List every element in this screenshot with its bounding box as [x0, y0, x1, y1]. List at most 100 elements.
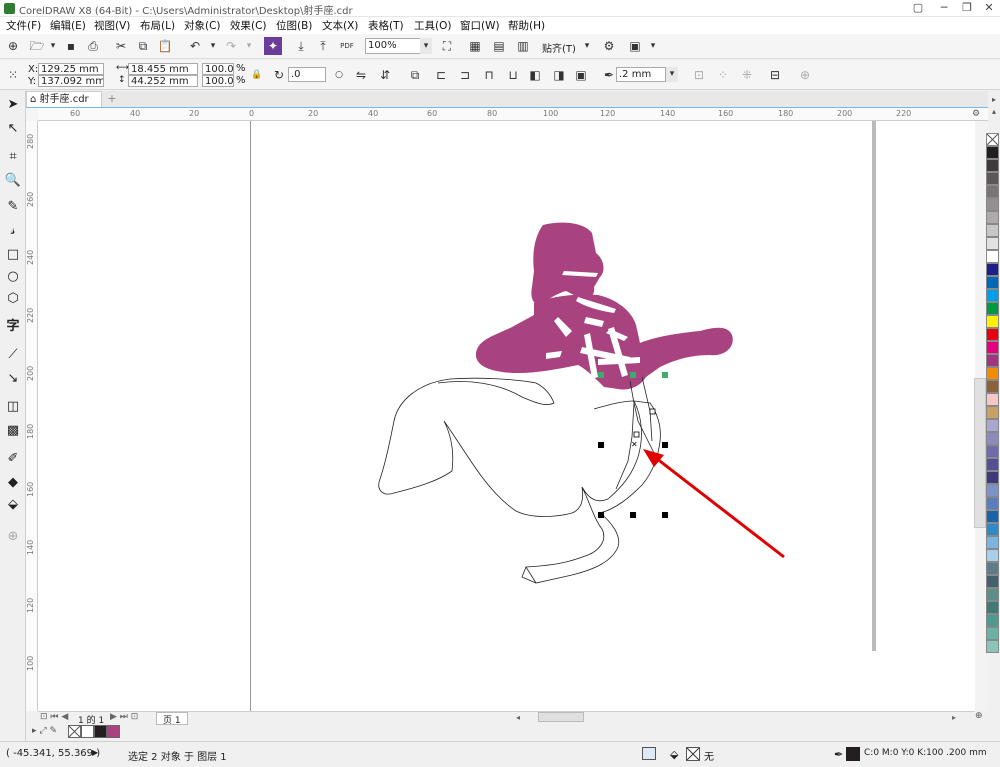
sagittarius-artwork[interactable]: ✕: [38, 121, 975, 711]
combine-icon[interactable]: ⧉: [406, 66, 424, 84]
palette-swatch[interactable]: [986, 406, 999, 419]
palette-swatch[interactable]: [986, 627, 999, 640]
front-minus-back-icon[interactable]: ◧: [526, 66, 544, 84]
width-field[interactable]: 18.455 mm: [128, 63, 198, 75]
connector-tool-icon[interactable]: ↘: [3, 369, 23, 389]
scroll-left-icon[interactable]: ◂: [516, 713, 520, 722]
drawing-canvas[interactable]: ✕: [38, 121, 975, 711]
add-tab-icon[interactable]: +: [106, 93, 118, 105]
scroll-right-icon[interactable]: ▸: [952, 713, 956, 722]
palette-swatch[interactable]: [986, 172, 999, 185]
show-rulers-icon[interactable]: ▦: [466, 37, 484, 55]
new-document-icon[interactable]: ⊕: [4, 37, 22, 55]
shape-tool-icon[interactable]: ↖: [3, 119, 23, 139]
redo-icon[interactable]: ↷: [222, 37, 240, 55]
doc-no-color-swatch[interactable]: [68, 725, 81, 738]
undo-icon[interactable]: ↶: [186, 37, 204, 55]
snap-to-menu[interactable]: 贴齐(T): [542, 40, 576, 55]
selection-handle[interactable]: [598, 512, 604, 518]
palette-swatch[interactable]: [986, 419, 999, 432]
convert-to-curves-icon[interactable]: ⁜: [738, 66, 756, 84]
options-gear-icon[interactable]: ⚙: [600, 37, 618, 55]
palette-swatch[interactable]: [986, 250, 999, 263]
vertical-scroll-thumb[interactable]: [974, 378, 986, 528]
cut-icon[interactable]: ✂: [112, 37, 130, 55]
snap-dropdown-icon[interactable]: ▾: [578, 37, 596, 55]
outline-width-field[interactable]: .2 mm: [616, 67, 666, 82]
menu-view[interactable]: 视图(V): [94, 18, 130, 33]
trim-icon[interactable]: ⊐: [456, 66, 474, 84]
minimize-button[interactable]: ─: [932, 0, 956, 16]
horse-body-outline[interactable]: [378, 376, 661, 584]
pick-tool-icon[interactable]: ➤: [3, 95, 23, 115]
document-tab[interactable]: ⌂ 射手座.cdr: [26, 91, 102, 107]
page-nav-buttons[interactable]: ⊡ ⏮ ◀: [40, 712, 68, 722]
rectangle-tool-icon[interactable]: □: [3, 245, 23, 265]
outline-width-dropdown-icon[interactable]: ▾: [666, 67, 678, 82]
break-apart-icon[interactable]: ⁘: [714, 66, 732, 84]
green-node[interactable]: [598, 372, 604, 378]
mirror-vertical-icon[interactable]: ⇵: [376, 66, 394, 84]
palette-swatch[interactable]: [986, 354, 999, 367]
menu-edit[interactable]: 编辑(E): [50, 18, 86, 33]
ellipse-tool-icon[interactable]: ○: [3, 267, 23, 287]
color-proof-icon[interactable]: [642, 747, 656, 760]
ruler-origin[interactable]: [26, 107, 38, 121]
quick-customize-icon[interactable]: ⊕: [796, 66, 814, 84]
palette-swatch[interactable]: [986, 302, 999, 315]
palette-swatch[interactable]: [986, 380, 999, 393]
horizontal-ruler[interactable]: 60 40 20 0 20 40 60 80 100 120 140 160 1…: [38, 107, 988, 121]
align-distribute-icon[interactable]: ⊟: [766, 66, 784, 84]
menu-window[interactable]: 窗口(W): [460, 18, 500, 33]
horizontal-scroll-thumb[interactable]: [538, 712, 584, 722]
text-wrap-icon[interactable]: ⊡: [690, 66, 708, 84]
selection-handle[interactable]: [598, 442, 604, 448]
palette-swatch[interactable]: [986, 328, 999, 341]
paste-icon[interactable]: 📋: [156, 37, 174, 55]
menu-file[interactable]: 文件(F): [6, 18, 41, 33]
copy-icon[interactable]: ⧉: [134, 37, 152, 55]
palette-swatch[interactable]: [986, 237, 999, 250]
selection-handle[interactable]: [630, 512, 636, 518]
status-arrow-icon[interactable]: ▶: [92, 748, 98, 757]
palette-swatch[interactable]: [986, 588, 999, 601]
zoom-one-icon[interactable]: ⊕: [975, 711, 988, 725]
palette-swatch[interactable]: [986, 146, 999, 159]
green-node[interactable]: [630, 372, 636, 378]
palette-swatch[interactable]: [986, 497, 999, 510]
palette-swatch[interactable]: [986, 471, 999, 484]
palette-swatch[interactable]: [986, 159, 999, 172]
show-grid-icon[interactable]: ▤: [490, 37, 508, 55]
palette-swatch[interactable]: [986, 198, 999, 211]
show-guidelines-icon[interactable]: ▥: [514, 37, 532, 55]
selection-handle[interactable]: [662, 512, 668, 518]
freehand-tool-icon[interactable]: ✎: [3, 197, 23, 217]
scale-y-field[interactable]: 100.0: [202, 75, 234, 87]
palette-swatch[interactable]: [986, 367, 999, 380]
weld-icon[interactable]: ⊏: [432, 66, 450, 84]
node-handle[interactable]: [633, 431, 640, 438]
smart-fill-icon[interactable]: ⬙: [3, 495, 23, 515]
publish-pdf-icon[interactable]: PDF: [338, 37, 356, 55]
back-minus-front-icon[interactable]: ◨: [550, 66, 568, 84]
zoom-dropdown-icon[interactable]: ▾: [420, 38, 432, 54]
palette-swatch[interactable]: [986, 614, 999, 627]
export-icon[interactable]: ⤒: [314, 37, 332, 55]
rotation-angle-field[interactable]: .0: [288, 67, 326, 82]
close-button[interactable]: ✕: [977, 0, 1000, 16]
parallel-dimension-icon[interactable]: ⟋: [3, 345, 23, 365]
simplify-icon[interactable]: ⊔: [504, 66, 522, 84]
palette-swatch[interactable]: [986, 432, 999, 445]
palette-swatch[interactable]: [986, 276, 999, 289]
corel-connect-icon[interactable]: ✦: [264, 37, 282, 55]
palette-swatch[interactable]: [986, 601, 999, 614]
maximize-button[interactable]: ❐: [955, 0, 979, 16]
height-field[interactable]: 44.252 mm: [128, 75, 198, 87]
text-tool-icon[interactable]: 字: [3, 317, 23, 337]
mirror-horizontal-icon[interactable]: ⇋: [352, 66, 370, 84]
palette-swatch[interactable]: [986, 562, 999, 575]
undo-dropdown-icon[interactable]: ▾: [204, 37, 222, 55]
application-launcher-icon[interactable]: ▣: [626, 37, 644, 55]
palette-swatch[interactable]: [986, 575, 999, 588]
restore-icon[interactable]: ▢: [906, 0, 930, 16]
